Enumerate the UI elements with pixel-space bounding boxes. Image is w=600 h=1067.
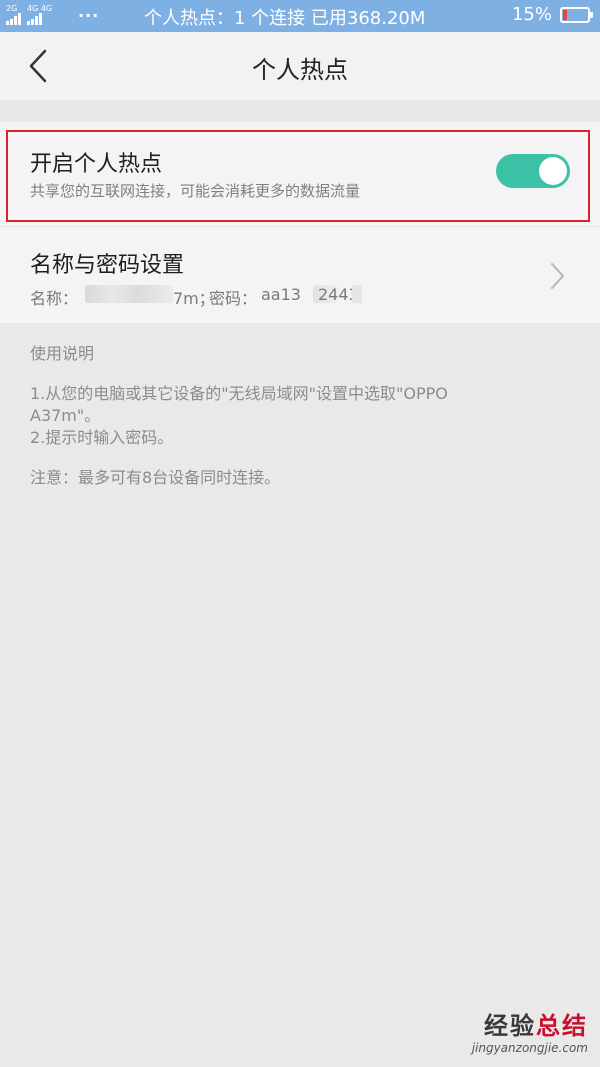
battery-icon	[560, 6, 593, 23]
name-password-settings-row[interactable]: 名称与密码设置 名称： 7m； 密码： aa13 2443	[0, 226, 600, 323]
instruction-step-1-cont: A37m"。	[30, 406, 101, 425]
title-bar: 个人热点	[0, 32, 600, 100]
signal-bars-icon	[6, 13, 21, 25]
blurred-name	[85, 285, 173, 303]
signal-indicators: 2G 4G 4G	[6, 4, 52, 25]
hotspot-status-text: 个人热点：1 个连接 已用368.20M	[144, 8, 426, 29]
section-divider	[0, 100, 600, 122]
instruction-step-1: 1.从您的电脑或其它设备的"无线局域网"设置中选取"OPPO	[30, 384, 448, 403]
battery-fill	[563, 9, 567, 20]
battery-percent: 15%	[511, 4, 552, 25]
hotspot-toggle-row[interactable]: 开启个人热点 共享您的互联网连接，可能会消耗更多的数据流量	[0, 122, 600, 226]
signal-bars-icon	[27, 13, 42, 25]
hotspot-title: 开启个人热点	[30, 152, 163, 177]
instruction-step-2: 2.提示时输入密码。	[30, 428, 174, 447]
hotspot-subtitle: 共享您的互联网连接，可能会消耗更多的数据流量	[30, 182, 361, 200]
name-password-title: 名称与密码设置	[30, 253, 185, 278]
signal-1-label: 2G	[6, 4, 18, 13]
battery-area: 15%	[511, 4, 593, 25]
name-label: 名称：	[30, 289, 79, 308]
watermark-text-b: 总结	[536, 1012, 588, 1040]
chevron-right-icon	[551, 263, 564, 289]
hotspot-toggle-switch[interactable]	[496, 154, 570, 188]
notification-dots: ···	[78, 6, 100, 25]
watermark-text-a: 经验	[484, 1012, 536, 1040]
watermark-url: jingyanzongjie.com	[471, 1041, 588, 1055]
blurred-password-end	[352, 285, 362, 303]
site-watermark: 经验总结 jingyanzongjie.com	[472, 1006, 588, 1055]
toggle-knob	[539, 157, 567, 185]
signal-2-label: 4G 4G	[27, 4, 53, 13]
connection-limit-note: 注意：最多可有8台设备同时连接。	[30, 468, 281, 487]
status-bar: 2G 4G 4G ··· 个人热点：1 个连接 已用368.20M 15%	[0, 0, 600, 32]
signal-1: 2G	[6, 4, 21, 25]
password-label: 密码：	[209, 289, 258, 308]
watermark-logo: 经验总结	[472, 1006, 588, 1041]
signal-2: 4G 4G	[27, 4, 52, 25]
instructions-heading: 使用说明	[30, 344, 95, 363]
page-title: 个人热点	[252, 56, 348, 84]
password-prefix: aa13	[261, 285, 301, 304]
